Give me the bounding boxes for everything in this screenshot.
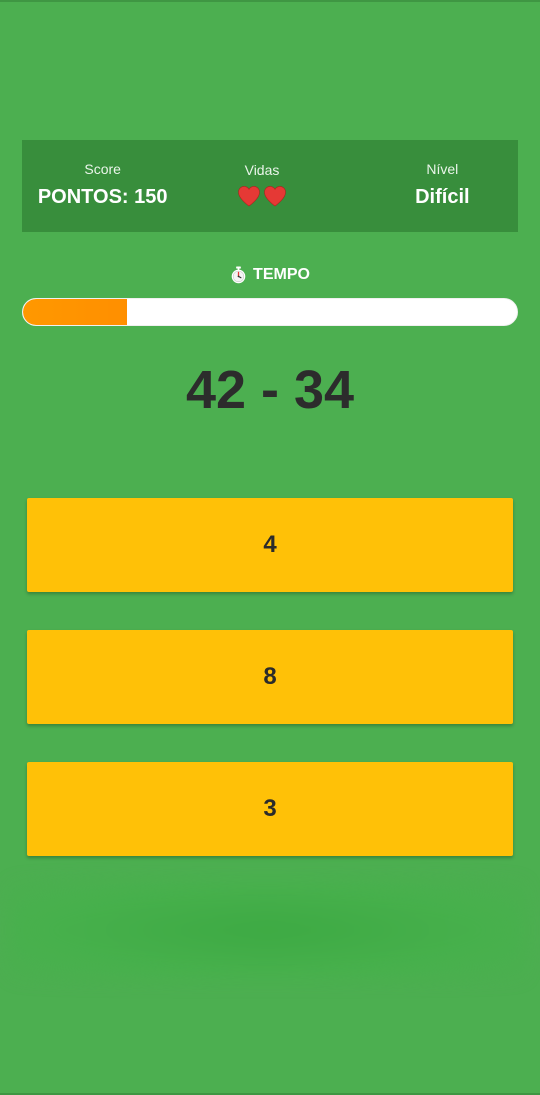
answer-button-3[interactable]: 3	[27, 762, 513, 856]
level-label: Nível	[426, 161, 459, 177]
blurred-ad-area	[10, 880, 525, 980]
heart-icon	[238, 186, 260, 207]
heart-icon	[264, 186, 286, 207]
lives-stat: Vidas	[179, 161, 344, 211]
lives-label: Vidas	[244, 162, 280, 178]
timer-progress-fill	[23, 299, 127, 325]
timer-progress-bar	[22, 298, 518, 326]
stopwatch-icon	[231, 266, 246, 284]
score-value: PONTOS: 150	[37, 186, 168, 208]
answer-button-1[interactable]: 4	[27, 498, 513, 592]
top-edge	[0, 0, 540, 2]
timer-label: TEMPO	[0, 266, 540, 284]
lives-hearts	[237, 181, 287, 211]
timer-text: TEMPO	[253, 266, 310, 283]
answer-button-2[interactable]: 8	[27, 630, 513, 724]
score-label: Score	[84, 161, 121, 177]
status-panel: Score PONTOS: 150 Vidas Nível Difícil	[22, 140, 518, 232]
score-stat: Score PONTOS: 150	[20, 160, 185, 212]
level-value: Difícil	[415, 186, 470, 208]
question-text: 42 - 34	[185, 360, 355, 420]
level-stat: Nível Difícil	[360, 160, 525, 212]
